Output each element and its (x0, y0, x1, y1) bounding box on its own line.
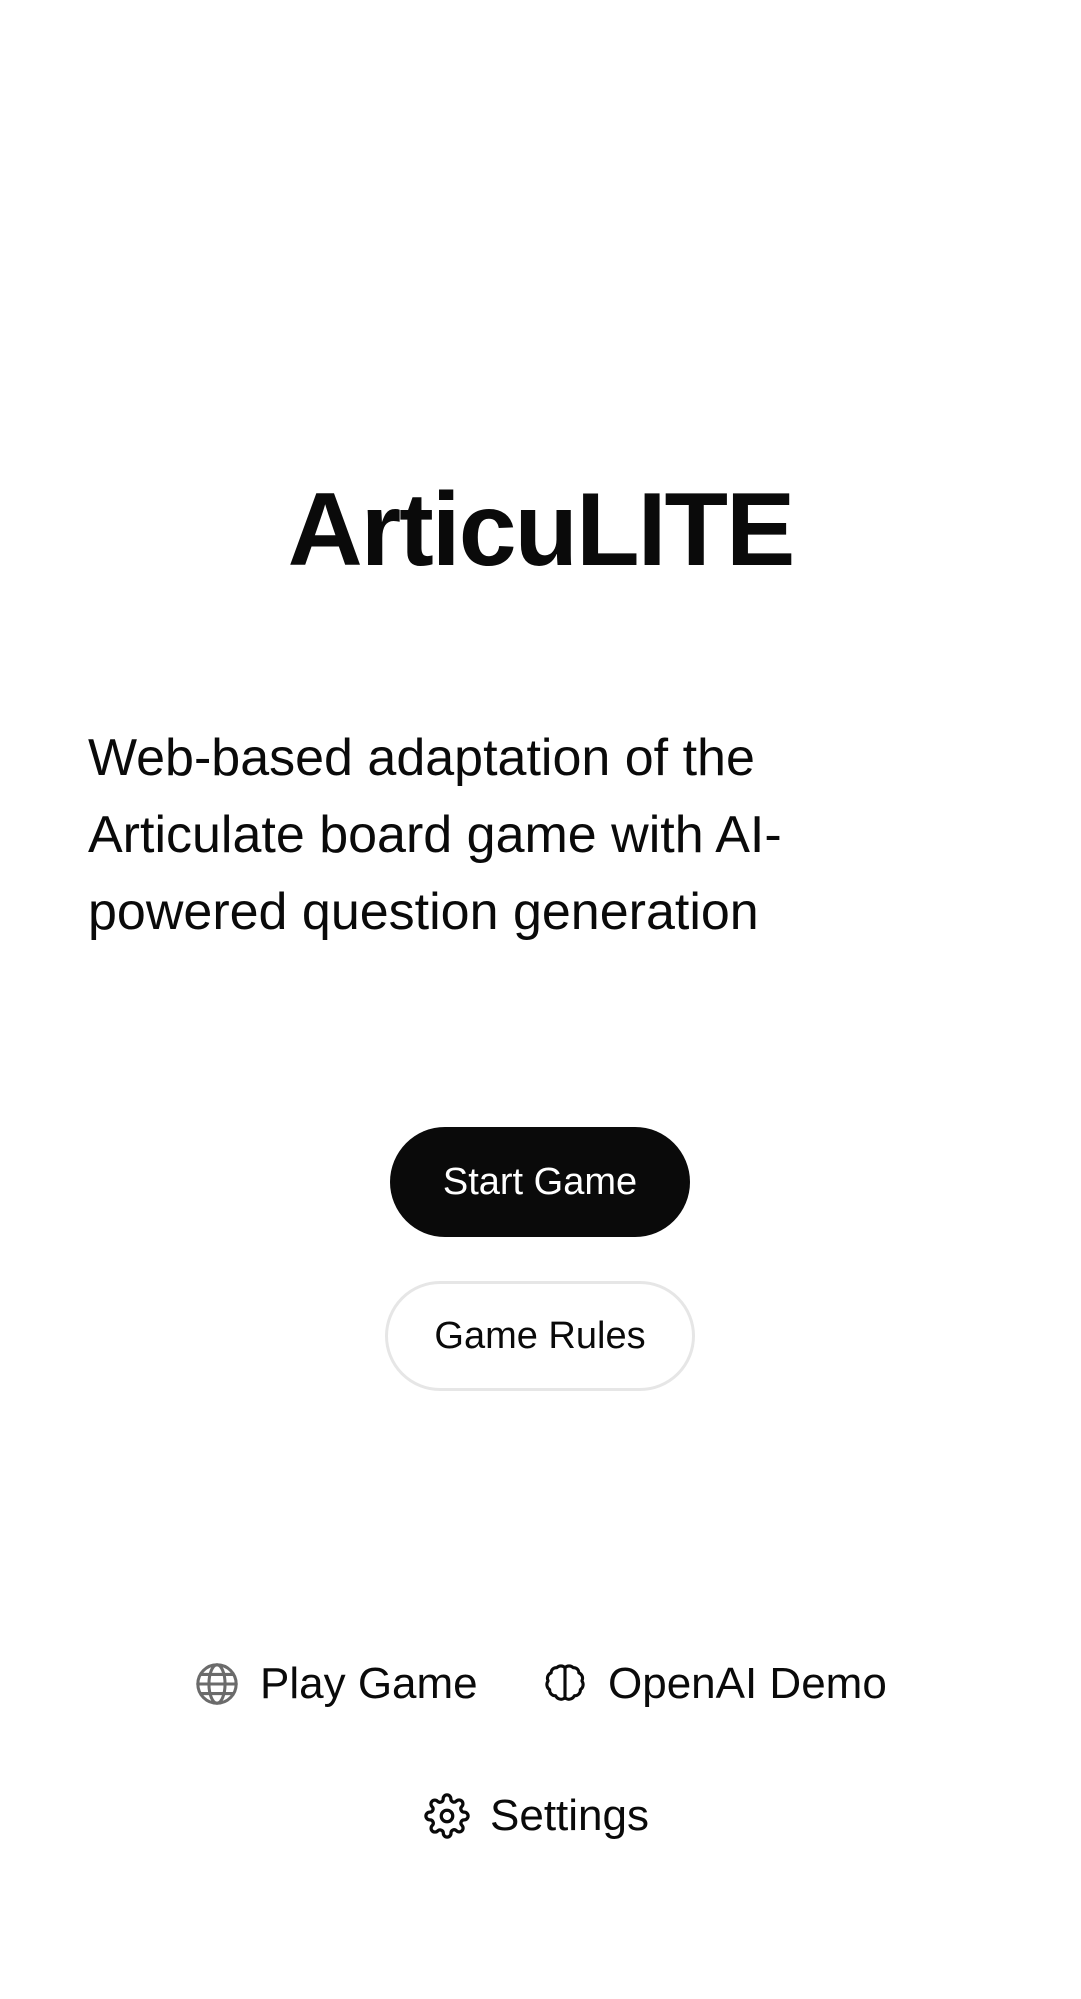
app-title: ArticuLITE (287, 472, 796, 588)
brain-icon (542, 1661, 588, 1707)
game-rules-button[interactable]: Game Rules (385, 1281, 695, 1391)
nav-link-label: OpenAI Demo (608, 1659, 887, 1708)
nav-link-play-game[interactable]: Play Game (194, 1654, 478, 1714)
globe-icon (194, 1661, 240, 1707)
start-game-button[interactable]: Start Game (390, 1127, 690, 1237)
app-description: Web-based adaptation of the Articulate b… (88, 729, 782, 941)
landing-page: ArticuLITE Web-based adaptation of the A… (0, 0, 1081, 1999)
nav-link-label: Play Game (260, 1659, 478, 1708)
nav-link-openai-demo[interactable]: OpenAI Demo (542, 1654, 887, 1714)
nav-link-settings[interactable]: Settings (424, 1786, 649, 1846)
nav-link-label: Settings (490, 1791, 649, 1840)
gear-icon (424, 1793, 470, 1839)
